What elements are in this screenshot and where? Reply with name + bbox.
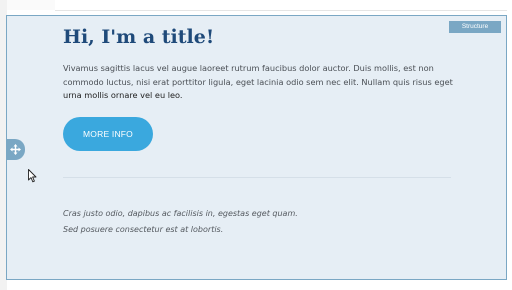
italic-line-2: Sed posuere consectetur est at lobortis. — [63, 225, 224, 234]
section-divider — [63, 177, 451, 178]
move-handle[interactable] — [6, 139, 25, 160]
body-paragraph[interactable]: Vivamus sagittis lacus vel augue laoreet… — [63, 62, 458, 103]
top-strip — [55, 0, 507, 11]
mouse-pointer-icon — [28, 168, 37, 187]
body-text-regular: Vivamus sagittis lacus vel augue laoreet… — [63, 63, 453, 87]
more-info-button[interactable]: MORE INFO — [63, 117, 153, 151]
move-arrows-icon — [10, 144, 21, 155]
italic-line-1: Cras justo odio, dapibus ac facilisis in… — [63, 209, 298, 218]
structure-tab[interactable]: Structure — [449, 21, 501, 33]
page-title[interactable]: Hi, I'm a title! — [63, 26, 214, 48]
body-text-emphasis: urna mollis ornare vel eu leo. — [63, 90, 183, 100]
top-strip-left — [7, 0, 55, 10]
italic-text-block[interactable]: Cras justo odio, dapibus ac facilisis in… — [63, 206, 298, 238]
page-canvas: Structure Hi, I'm a title! Vivamus sagit… — [0, 0, 512, 290]
